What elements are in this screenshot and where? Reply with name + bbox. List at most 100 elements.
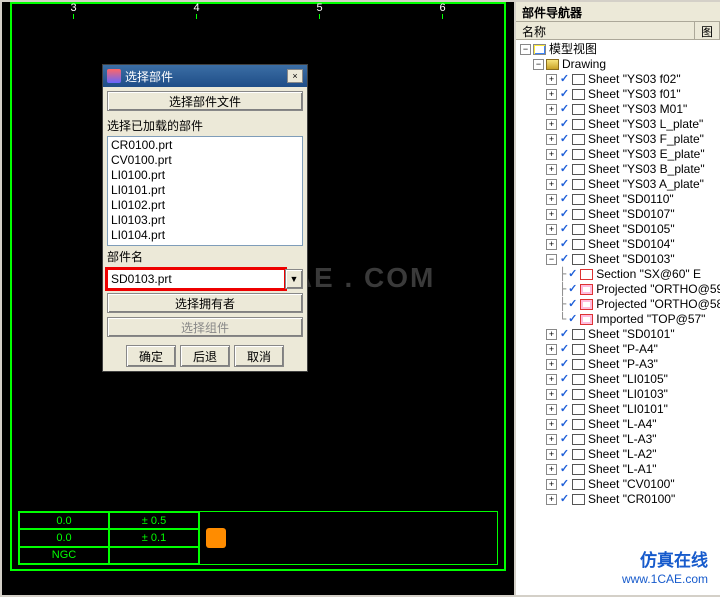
- tree-sheet[interactable]: Sheet "L-A2": [588, 447, 657, 462]
- cancel-button[interactable]: 取消: [234, 345, 284, 367]
- tree-view[interactable]: Imported "TOP@57": [596, 312, 705, 327]
- close-button[interactable]: ×: [287, 69, 303, 83]
- list-item[interactable]: LI0103.prt: [109, 213, 301, 228]
- expand-toggle[interactable]: +: [546, 359, 557, 370]
- expand-toggle[interactable]: +: [546, 134, 557, 145]
- tree-view[interactable]: Projected "ORTHO@59": [596, 282, 720, 297]
- tree-sheet[interactable]: Sheet "SD0104": [588, 237, 675, 252]
- check-icon: ✓: [559, 209, 570, 220]
- tree-sheet[interactable]: Sheet "YS03 A_plate": [588, 177, 704, 192]
- check-icon: ✓: [559, 194, 570, 205]
- tree-root[interactable]: 模型视图: [549, 42, 597, 57]
- tree-view[interactable]: Projected "ORTHO@58": [596, 297, 720, 312]
- expand-toggle[interactable]: +: [546, 119, 557, 130]
- check-icon: ✓: [559, 74, 570, 85]
- title-block-logo: [199, 512, 497, 564]
- tree-sheet[interactable]: Sheet "YS03 F_plate": [588, 132, 704, 147]
- part-name-combo[interactable]: [107, 269, 285, 289]
- collapse-toggle[interactable]: −: [546, 254, 557, 265]
- expand-toggle[interactable]: +: [546, 164, 557, 175]
- expand-toggle[interactable]: +: [546, 194, 557, 205]
- expand-toggle[interactable]: +: [546, 224, 557, 235]
- list-item[interactable]: LI0102.prt: [109, 198, 301, 213]
- select-owner-button[interactable]: 选择拥有者: [107, 293, 303, 313]
- expand-toggle[interactable]: +: [546, 239, 557, 250]
- collapse-toggle[interactable]: −: [533, 59, 544, 70]
- expand-toggle[interactable]: +: [546, 419, 557, 430]
- sheet-icon: [572, 254, 585, 265]
- tree-sheet[interactable]: Sheet "L-A4": [588, 417, 657, 432]
- tree-sheet[interactable]: Sheet "P-A4": [588, 342, 658, 357]
- sheet-icon: [572, 329, 585, 340]
- check-icon: ✓: [559, 419, 570, 430]
- ruler-mark: 3: [70, 2, 76, 16]
- expand-toggle[interactable]: +: [546, 104, 557, 115]
- expand-toggle[interactable]: +: [546, 74, 557, 85]
- sheet-icon: [572, 404, 585, 415]
- tree-sheet[interactable]: Sheet "P-A3": [588, 357, 658, 372]
- book-icon: [546, 59, 559, 70]
- expand-toggle[interactable]: +: [546, 179, 557, 190]
- tree-sheet[interactable]: Sheet "YS03 E_plate": [588, 147, 705, 162]
- col-name[interactable]: 名称: [516, 22, 695, 39]
- tree-sheet[interactable]: Sheet "L-A3": [588, 432, 657, 447]
- list-item[interactable]: LI0100.prt: [109, 168, 301, 183]
- part-name-label: 部件名: [107, 248, 303, 265]
- sheet-icon: [572, 194, 585, 205]
- ok-button[interactable]: 确定: [126, 345, 176, 367]
- tree-sheet[interactable]: Sheet "LI0101": [588, 402, 668, 417]
- tree-sheet[interactable]: Sheet "YS03 f01": [588, 87, 681, 102]
- collapse-toggle[interactable]: −: [520, 44, 531, 55]
- expand-toggle[interactable]: +: [546, 404, 557, 415]
- combo-dropdown-button[interactable]: ▼: [285, 269, 303, 289]
- tb-cell: ± 0.5: [109, 512, 199, 529]
- tree-view[interactable]: Section "SX@60" E: [596, 267, 701, 282]
- tree-drawing[interactable]: Drawing: [562, 57, 606, 72]
- loaded-parts-list[interactable]: CR0100.prt CV0100.prt LI0100.prt LI0101.…: [107, 136, 303, 246]
- expand-toggle[interactable]: +: [546, 479, 557, 490]
- model-tree[interactable]: −模型视图 −Drawing +✓Sheet "YS03 f02"+✓Sheet…: [516, 40, 720, 593]
- expand-toggle[interactable]: +: [546, 464, 557, 475]
- expand-toggle[interactable]: +: [546, 89, 557, 100]
- expand-toggle[interactable]: +: [546, 494, 557, 505]
- expand-toggle[interactable]: +: [546, 449, 557, 460]
- check-icon: ✓: [559, 329, 570, 340]
- sec-icon: [580, 269, 593, 280]
- list-item[interactable]: CR0100.prt: [109, 138, 301, 153]
- tree-sheet[interactable]: Sheet "YS03 B_plate": [588, 162, 705, 177]
- list-item[interactable]: LI0105.prt: [109, 243, 301, 246]
- expand-toggle[interactable]: +: [546, 344, 557, 355]
- check-icon: ✓: [559, 404, 570, 415]
- tree-sheet[interactable]: Sheet "SD0110": [588, 192, 674, 207]
- expand-toggle[interactable]: +: [546, 389, 557, 400]
- select-component-button[interactable]: 选择组件: [107, 317, 303, 337]
- tree-sheet[interactable]: Sheet "SD0105": [588, 222, 675, 237]
- tree-sheet[interactable]: Sheet "SD0107": [588, 207, 675, 222]
- tree-sheet[interactable]: Sheet "CV0100": [588, 477, 675, 492]
- tree-sheet[interactable]: Sheet "LI0105": [588, 372, 668, 387]
- tree-sheet[interactable]: Sheet "YS03 M01": [588, 102, 687, 117]
- tree-sheet-open[interactable]: Sheet "SD0103": [588, 252, 675, 267]
- expand-toggle[interactable]: +: [546, 149, 557, 160]
- brand-watermark: 仿真在线 www.1CAE.com: [622, 551, 708, 589]
- expand-toggle[interactable]: +: [546, 209, 557, 220]
- part-navigator-panel: 部件导航器 名称 图 −模型视图 −Drawing +✓Sheet "YS03 …: [514, 2, 720, 595]
- tb-cell: 0.0: [19, 512, 109, 529]
- list-item[interactable]: LI0104.prt: [109, 228, 301, 243]
- tree-sheet[interactable]: Sheet "SD0101": [588, 327, 675, 342]
- tree-sheet[interactable]: Sheet "YS03 f02": [588, 72, 681, 87]
- tree-sheet[interactable]: Sheet "CR0100": [588, 492, 675, 507]
- select-part-file-button[interactable]: 选择部件文件: [107, 91, 303, 111]
- tree-sheet[interactable]: Sheet "L-A1": [588, 462, 657, 477]
- tree-sheet[interactable]: Sheet "LI0103": [588, 387, 668, 402]
- back-button[interactable]: 后退: [180, 345, 230, 367]
- expand-toggle[interactable]: +: [546, 374, 557, 385]
- check-icon: ✓: [559, 494, 570, 505]
- expand-toggle[interactable]: +: [546, 329, 557, 340]
- list-item[interactable]: CV0100.prt: [109, 153, 301, 168]
- col-fig[interactable]: 图: [695, 22, 720, 39]
- list-item[interactable]: LI0101.prt: [109, 183, 301, 198]
- tree-sheet[interactable]: Sheet "YS03 L_plate": [588, 117, 703, 132]
- dialog-titlebar[interactable]: 选择部件 ×: [103, 65, 307, 87]
- expand-toggle[interactable]: +: [546, 434, 557, 445]
